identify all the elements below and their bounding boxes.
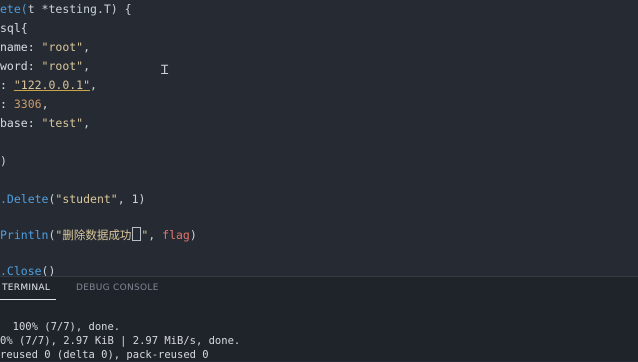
code-token: , bbox=[83, 116, 91, 130]
code-line-port: : 3306, bbox=[0, 95, 49, 114]
bottom-panel: TERMINAL DEBUG CONSOLE 100% (7/7), done.… bbox=[0, 276, 638, 361]
terminal-line: 0% (7/7), 2.97 KiB | 2.97 MiB/s, done. bbox=[0, 335, 241, 347]
code-token: flag bbox=[162, 228, 190, 242]
code-token: "122.0.0.1" bbox=[13, 78, 91, 92]
code-token: ete( bbox=[0, 2, 28, 16]
code-line-struct-open: sql{ bbox=[0, 19, 28, 38]
panel-tabs: TERMINAL DEBUG CONSOLE bbox=[0, 277, 638, 301]
code-token: t *testing.T) { bbox=[27, 2, 132, 16]
code-token: , bbox=[83, 40, 91, 54]
code-token: "root" bbox=[41, 40, 84, 54]
code-line-database: base: "test", bbox=[0, 114, 90, 133]
code-token: "student" bbox=[55, 192, 118, 206]
code-line-println-call: Println("删除数据成功 ", flag) bbox=[0, 226, 197, 245]
code-token: "删除数据成功 bbox=[55, 228, 132, 242]
code-line-delete-call: .Delete("student", 1) bbox=[0, 190, 145, 209]
code-token: Println bbox=[0, 228, 49, 242]
code-editor[interactable]: ete(t *testing.T) { sql{ name: "root", w… bbox=[0, 0, 638, 278]
code-token: : bbox=[0, 97, 14, 111]
code-token: , 1) bbox=[117, 192, 146, 206]
code-line-struct-close: ) bbox=[0, 152, 7, 171]
code-line-host: : "122.0.0.1", bbox=[0, 76, 97, 95]
code-token: 3306 bbox=[13, 97, 42, 111]
code-token: , bbox=[83, 59, 91, 73]
text-cursor-box bbox=[132, 227, 142, 241]
active-tab-indicator bbox=[0, 299, 56, 300]
tab-debug-console[interactable]: DEBUG CONSOLE bbox=[76, 283, 159, 293]
code-token: base: bbox=[0, 116, 42, 130]
code-token: , bbox=[90, 78, 97, 92]
code-token: "root" bbox=[41, 59, 84, 73]
code-token: name: bbox=[0, 40, 42, 54]
code-token: word: bbox=[0, 59, 42, 73]
code-token: , bbox=[41, 97, 49, 111]
tab-terminal[interactable]: TERMINAL bbox=[2, 283, 50, 293]
terminal-line: 100% (7/7), done. bbox=[0, 321, 121, 333]
code-line-password: word: "root", bbox=[0, 57, 90, 76]
code-token: : bbox=[0, 78, 14, 92]
code-token: sql{ bbox=[0, 21, 28, 35]
code-token: ) bbox=[0, 154, 7, 168]
code-token: ) bbox=[189, 228, 197, 242]
code-token: , bbox=[148, 228, 163, 242]
code-token: .Delete bbox=[0, 192, 49, 206]
code-line-func-signature: ete(t *testing.T) { bbox=[0, 0, 132, 19]
mouse-ibeam-icon: Ɪ bbox=[161, 63, 169, 78]
code-line-username: name: "root", bbox=[0, 38, 90, 57]
code-token: "test" bbox=[41, 116, 84, 130]
